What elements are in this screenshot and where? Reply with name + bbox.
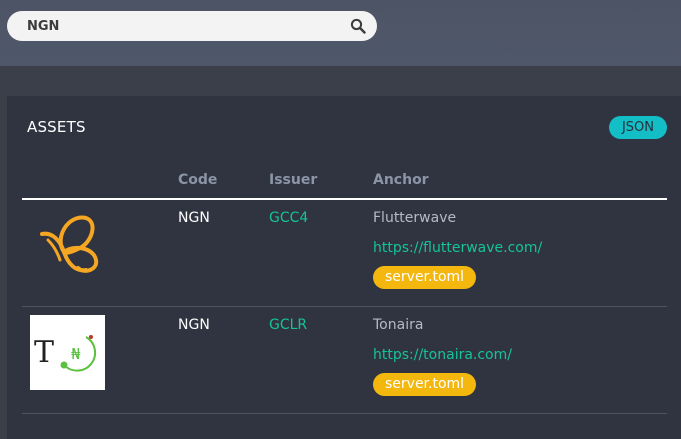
- search-icon[interactable]: [350, 18, 366, 34]
- anchor-name: Flutterwave: [373, 210, 457, 226]
- json-button[interactable]: JSON: [609, 116, 667, 139]
- server-toml-button[interactable]: server.toml: [373, 266, 477, 289]
- header-divider: [22, 198, 667, 200]
- asset-issuer-link[interactable]: GCC4: [269, 210, 308, 226]
- flutterwave-logo: [40, 215, 99, 273]
- assets-card: ASSETS JSON Code Issuer Anchor NGN GCC4 …: [7, 96, 681, 439]
- server-toml-button[interactable]: server.toml: [373, 373, 477, 396]
- page-gap: [0, 66, 681, 96]
- anchor-url-link[interactable]: https://flutterwave.com/: [373, 240, 542, 256]
- column-header-code: Code: [178, 172, 218, 188]
- svg-text:T: T: [34, 335, 54, 370]
- svg-text:₦: ₦: [71, 345, 81, 363]
- asset-code: NGN: [178, 210, 210, 226]
- row-divider: [22, 306, 667, 307]
- search-input[interactable]: [27, 11, 327, 41]
- row-divider: [22, 413, 667, 414]
- search-box[interactable]: [7, 11, 377, 41]
- column-header-anchor: Anchor: [373, 172, 429, 188]
- tonaira-logo: T ₦: [30, 315, 105, 390]
- anchor-name: Tonaira: [373, 317, 424, 333]
- assets-title: ASSETS: [27, 118, 86, 136]
- column-header-issuer: Issuer: [269, 172, 318, 188]
- asset-code: NGN: [178, 317, 210, 333]
- anchor-url-link[interactable]: https://tonaira.com/: [373, 347, 512, 363]
- asset-issuer-link[interactable]: GCLR: [269, 317, 307, 333]
- top-bar: [0, 0, 681, 66]
